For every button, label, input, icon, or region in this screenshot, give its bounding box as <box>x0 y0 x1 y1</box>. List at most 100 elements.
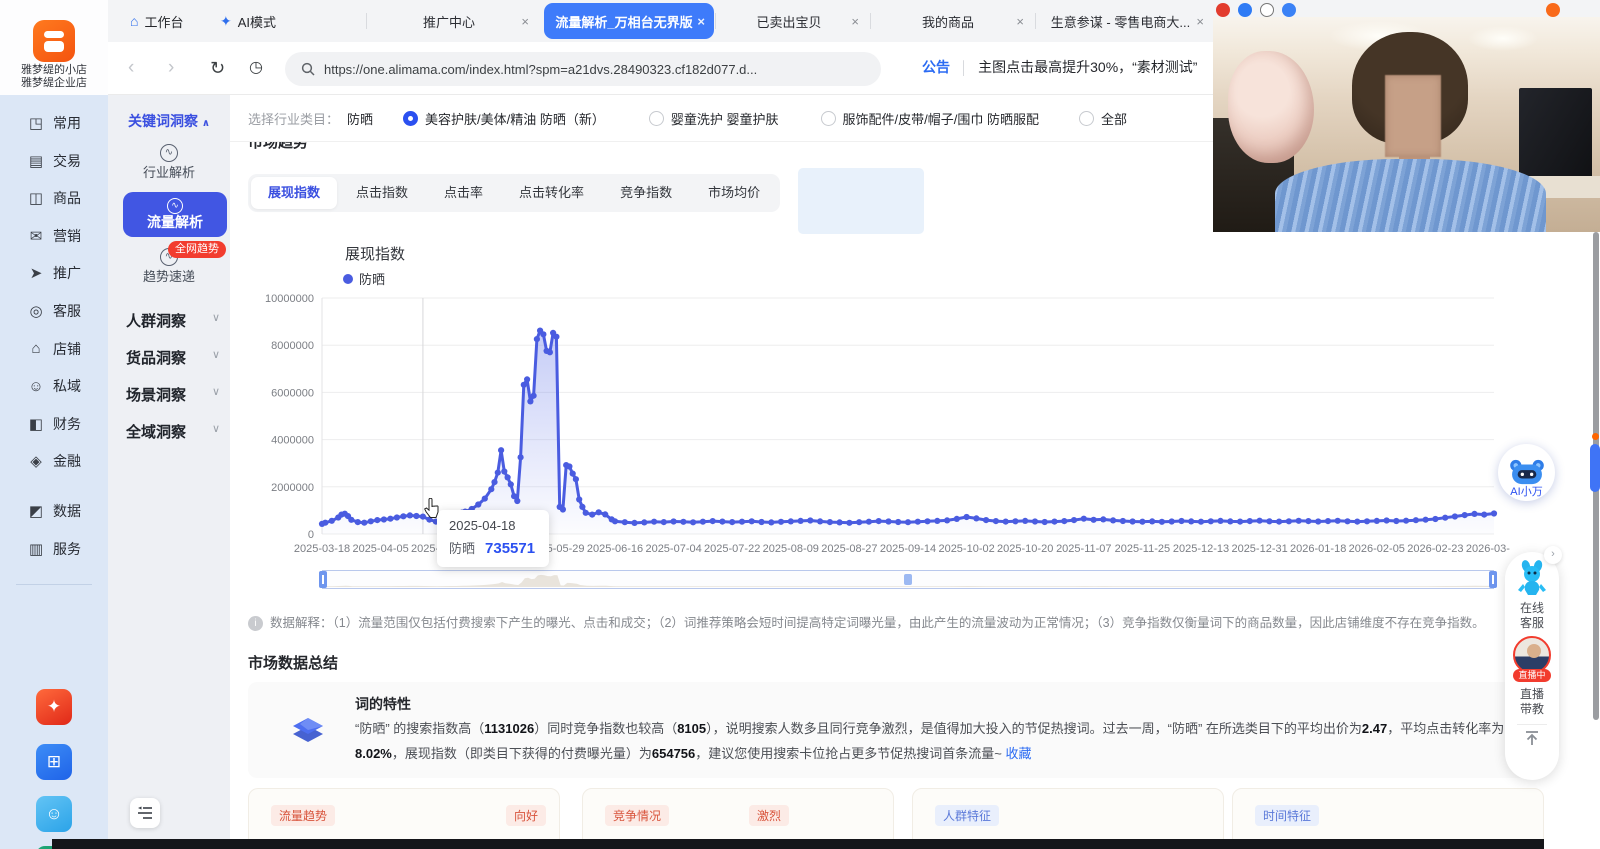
metric-tab-5[interactable]: 竞争指数 <box>603 177 689 209</box>
service-mascot-icon[interactable] <box>1517 560 1547 596</box>
rail-item-apps[interactable]: ◳常用 <box>0 104 108 142</box>
rail-item-services[interactable]: ▥服务 <box>0 530 108 568</box>
tooltip-series: 防晒 <box>449 538 475 557</box>
card-value-badge: 激烈 <box>749 805 789 826</box>
app-icon-3[interactable]: ☺ <box>36 796 72 832</box>
rail-item-data[interactable]: ◩数据 <box>0 492 108 530</box>
tab-close-icon[interactable]: × <box>1196 14 1204 29</box>
store-logo[interactable] <box>33 20 75 62</box>
service-float-panel: 在线客服 直播中 直播带教 <box>1505 552 1559 780</box>
legend-dot-icon <box>343 274 353 284</box>
pinned-ai-mode[interactable]: ✦AI模式 <box>220 0 276 42</box>
live-teaching-label[interactable]: 直播带教 <box>1517 687 1547 717</box>
rail-item-capital[interactable]: ◈金融 <box>0 442 108 480</box>
svg-text:8000000: 8000000 <box>271 340 314 352</box>
sidebar-group-1[interactable]: 人群洞察∨ <box>126 310 230 331</box>
app-icon-1[interactable]: ✦ <box>36 689 72 725</box>
svg-text:2025-08-27: 2025-08-27 <box>821 543 877 555</box>
industry-analysis-icon: ∿ <box>160 144 178 162</box>
rail-item-trade[interactable]: ▤交易 <box>0 142 108 180</box>
category-radio-2[interactable]: 婴童洗护 婴童护肤 <box>649 109 779 128</box>
back-button-icon[interactable]: ‹ <box>128 56 134 80</box>
live-status-badge: 直播中 <box>1513 669 1550 682</box>
svg-text:2025-03-18: 2025-03-18 <box>294 543 350 555</box>
tab-close-icon[interactable]: × <box>521 14 529 29</box>
slider-left-handle[interactable] <box>319 571 327 588</box>
metric-tab-2[interactable]: 点击指数 <box>339 177 425 209</box>
chart-range-slider[interactable] <box>322 570 1494 589</box>
metric-tab-3[interactable]: 点击率 <box>427 177 500 209</box>
ai-assistant-label: AI小万 <box>1510 486 1542 498</box>
profile-icon[interactable] <box>1260 3 1274 17</box>
metric-tab-6[interactable]: 市场均价 <box>691 177 777 209</box>
sidebar-group-4[interactable]: 全域洞察∨ <box>126 421 230 442</box>
browser-tab-3[interactable]: 已卖出宝贝× <box>720 0 868 42</box>
product-icon: ◫ <box>27 189 45 207</box>
browser-window-icons[interactable] <box>1546 3 1560 17</box>
rail-item-customer-service[interactable]: ◎客服 <box>0 292 108 330</box>
slider-right-handle[interactable] <box>1489 571 1497 588</box>
announcement-link[interactable]: 公告 <box>922 57 950 77</box>
rail-item-marketing[interactable]: ✉营销 <box>0 217 108 255</box>
browser-extension-icons[interactable] <box>1216 3 1296 17</box>
history-clock-icon[interactable]: ◷ <box>249 56 263 80</box>
ai-assistant-button[interactable]: AI小万 <box>1498 444 1555 501</box>
rail-item-promotion[interactable]: ➤推广 <box>0 254 108 292</box>
category-radio-4[interactable]: 全部 <box>1079 109 1127 128</box>
page-scrollbar-thumb[interactable] <box>1590 444 1600 492</box>
store-name-line1: 雅梦缇的小店 <box>0 64 108 77</box>
sidebar-collapse-button[interactable] <box>130 798 160 828</box>
rail-divider <box>16 584 92 585</box>
sidebar-group-3[interactable]: 场景洞察∨ <box>126 384 230 405</box>
legend-label: 防晒 <box>359 269 385 288</box>
sidebar-group-keyword-insight[interactable]: 关键词洞察 ∧ <box>108 111 230 131</box>
category-radio-1[interactable]: 美容护肤/美体/精油 防晒（新） <box>403 109 605 128</box>
metric-tab-4[interactable]: 点击转化率 <box>502 177 601 209</box>
word-feature-gem-icon <box>290 716 326 750</box>
extension-blue-icon-2[interactable] <box>1282 3 1296 17</box>
browser-tab-1[interactable]: 推广中心× <box>370 0 538 42</box>
rail-item-shop[interactable]: ⌂店铺 <box>0 330 108 368</box>
metric-tabs: 展现指数点击指数点击率点击转化率竞争指数市场均价 <box>248 174 780 212</box>
tab-separator <box>870 13 871 29</box>
svg-text:2025-11-07: 2025-11-07 <box>1056 543 1111 555</box>
market-summary-title: 市场数据总结 <box>248 652 338 673</box>
tab-close-icon[interactable]: × <box>851 14 859 29</box>
back-to-top-icon[interactable] <box>1523 730 1541 746</box>
svg-text:2025-07-22: 2025-07-22 <box>704 543 760 555</box>
forward-button-icon[interactable]: › <box>168 56 174 80</box>
rail-item-product[interactable]: ◫商品 <box>0 179 108 217</box>
collapse-sidebar-icon <box>137 806 153 820</box>
metric-tab-1[interactable]: 展现指数 <box>251 177 337 209</box>
tooltip-value: 735571 <box>485 540 535 557</box>
record-dot-icon[interactable] <box>1216 3 1230 17</box>
svg-text:2025-09-14: 2025-09-14 <box>880 543 936 555</box>
sidebar-item-industry-analysis[interactable]: ∿ 行业解析 <box>108 143 230 181</box>
sidebar-item-traffic-analysis[interactable]: ∿ 流量解析 <box>123 192 227 237</box>
extension-orange-icon[interactable] <box>1546 3 1560 17</box>
rail-item-finance[interactable]: ◧财务 <box>0 405 108 443</box>
address-bar[interactable]: https://one.alimama.com/index.html?spm=a… <box>285 52 881 86</box>
online-service-label[interactable]: 在线客服 <box>1517 601 1547 631</box>
chart-legend[interactable]: 防晒 <box>343 269 385 288</box>
browser-tab-2[interactable]: 流量解析_万相台无界版× <box>544 3 714 39</box>
extension-blue-icon-1[interactable] <box>1238 3 1252 17</box>
category-radio-3[interactable]: 服饰配件/皮带/帽子/围巾 防晒服配 <box>821 109 1039 128</box>
sidebar-group-2[interactable]: 货品洞察∨ <box>126 347 230 368</box>
webcam-flower-bouquet <box>1228 51 1313 163</box>
slider-middle-marker[interactable] <box>904 574 912 585</box>
trend-line-chart[interactable]: 0200000040000006000000800000010000000202… <box>230 290 1510 565</box>
pinned-workbench[interactable]: ⌂工作台 <box>130 0 183 42</box>
card-title-badge: 时间特征 <box>1255 805 1319 826</box>
tab-close-icon[interactable]: × <box>697 14 705 29</box>
store-names: 雅梦缇的小店 雅梦缇企业店 <box>0 64 108 90</box>
app-icon-2[interactable]: ⊞ <box>36 744 72 780</box>
browser-tab-4[interactable]: 我的商品× <box>873 0 1033 42</box>
panel-collapse-chevron-icon[interactable]: › <box>1544 546 1562 564</box>
browser-tab-5[interactable]: 生意参谋 - 零售电商大...× <box>1038 0 1213 42</box>
collect-link[interactable]: 收藏 <box>1006 746 1032 761</box>
rail-item-private-domain[interactable]: ☺私域 <box>0 367 108 405</box>
tab-close-icon[interactable]: × <box>1016 14 1024 29</box>
reload-icon[interactable]: ↻ <box>210 56 225 80</box>
overlay-artifact <box>798 168 924 234</box>
